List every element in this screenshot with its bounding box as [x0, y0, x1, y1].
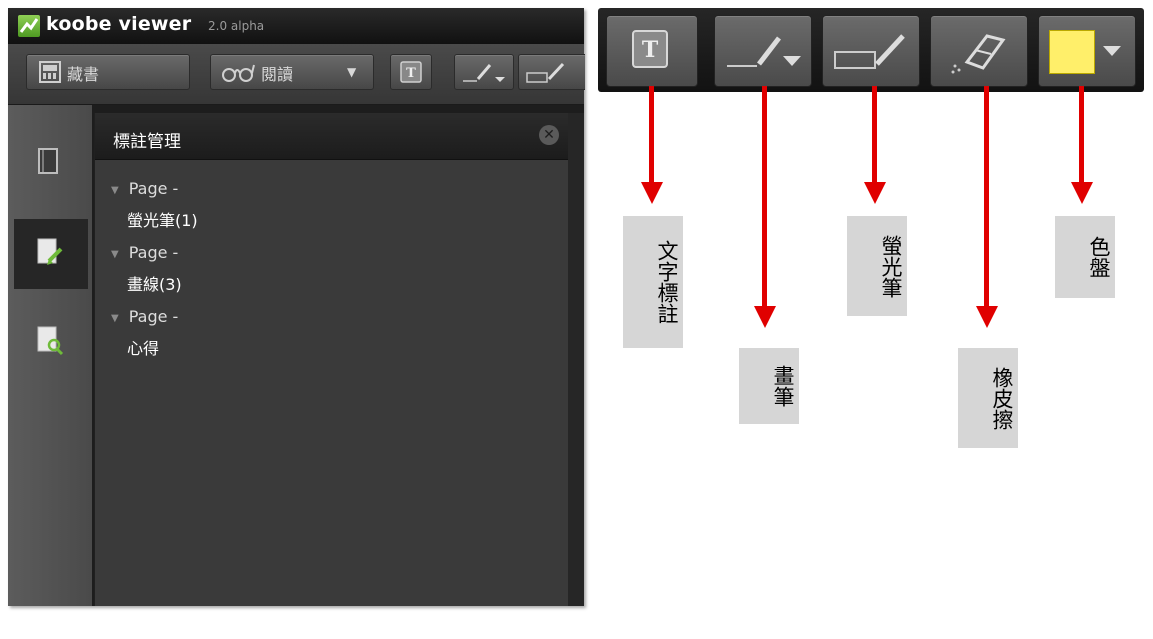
annotation-tree: ▼ Page - 螢光筆(1) ▼ Page - 畫線(3) ▼ Page - 心得 [111, 173, 198, 365]
expand-triangle-icon[interactable]: ▼ [111, 249, 119, 260]
color-swatch-icon [1049, 30, 1095, 74]
panel-scroll-edge [568, 113, 584, 606]
pen-icon [463, 64, 505, 82]
label-text-note: 文字標註 [623, 216, 683, 348]
highlighter-tool-button[interactable] [518, 54, 585, 90]
tree-page-row[interactable]: ▼ Page - [111, 173, 198, 205]
tree-item-notes[interactable]: 心得 [111, 333, 198, 365]
panel-title: 標註管理 [113, 132, 181, 152]
title-bar: koobe viewer 2.0 alpha [8, 8, 584, 44]
arrow-eraser [984, 86, 989, 308]
text-note-button[interactable]: T [390, 54, 432, 90]
svg-text:T: T [642, 37, 659, 63]
bookcase-label: 藏書 [67, 65, 100, 84]
arrow-head-icon [641, 182, 663, 204]
label-palette: 色盤 [1055, 216, 1115, 298]
reading-mode-dropdown[interactable]: 閱讀 ▼ [210, 54, 374, 90]
annotation-edit-icon [37, 238, 63, 265]
arrow-highlighter [872, 86, 877, 184]
expand-triangle-icon[interactable]: ▼ [111, 313, 119, 324]
pen-tool-button[interactable] [714, 15, 812, 87]
glasses-icon [222, 64, 255, 82]
text-note-button[interactable]: T [606, 15, 698, 87]
highlighter-icon [526, 62, 565, 83]
chevron-down-icon [1103, 46, 1121, 56]
tree-item-highlighter[interactable]: 螢光筆(1) [111, 205, 198, 237]
app-version: 2.0 alpha [208, 19, 265, 33]
bookcase-button[interactable]: 藏書 [26, 54, 190, 90]
main-toolbar: 藏書 閱讀 ▼ T [8, 44, 585, 105]
arrow-head-icon [754, 306, 776, 328]
arrow-head-icon [976, 306, 998, 328]
tree-item-lines[interactable]: 畫線(3) [111, 269, 198, 301]
koobe-logo-icon [18, 15, 40, 37]
reading-label: 閱讀 [261, 65, 294, 84]
pen-tool-button[interactable] [454, 54, 514, 90]
text-note-icon: T [400, 61, 422, 83]
arrow-palette [1079, 86, 1084, 184]
eraser-icon [951, 34, 1006, 74]
label-highlighter: 螢光筆 [847, 216, 907, 316]
pen-icon [727, 36, 801, 67]
side-tab-bar [8, 105, 92, 606]
side-tab-annotations[interactable] [14, 219, 88, 289]
viewer-window: koobe viewer 2.0 alpha 藏書 閱讀 ▼ T 標註管理 ✕ … [8, 8, 585, 606]
label-eraser: 橡皮擦 [958, 348, 1018, 448]
arrow-head-icon [1071, 182, 1093, 204]
highlighter-icon [834, 34, 905, 69]
expand-triangle-icon[interactable]: ▼ [111, 185, 119, 196]
chevron-down-icon: ▼ [347, 65, 357, 79]
arrow-text-note [649, 86, 654, 184]
annotation-manager-panel: 標註管理 ✕ ▼ Page - 螢光筆(1) ▼ Page - 畫線(3) ▼ Pag… [94, 113, 569, 606]
tree-page-row[interactable]: ▼ Page - [111, 301, 198, 333]
side-tab-pages[interactable] [14, 131, 88, 201]
svg-text:T: T [406, 66, 416, 81]
panel-header: 標註管理 ✕ [95, 113, 569, 160]
close-icon[interactable]: ✕ [539, 125, 559, 145]
text-note-icon: T [632, 30, 668, 68]
color-palette-button[interactable] [1038, 15, 1136, 87]
eraser-tool-button[interactable] [930, 15, 1028, 87]
label-pen: 畫筆 [739, 348, 799, 424]
app-name: koobe viewer [46, 13, 192, 35]
arrow-head-icon [864, 182, 886, 204]
annotation-toolbar-zoom: T [598, 8, 1144, 92]
book-page-icon [38, 148, 58, 174]
tree-page-row[interactable]: ▼ Page - [111, 237, 198, 269]
highlighter-tool-button[interactable] [822, 15, 920, 87]
side-tab-search[interactable] [14, 307, 88, 377]
search-page-icon [37, 326, 64, 356]
bookcase-icon [39, 61, 61, 83]
arrow-pen [762, 86, 767, 308]
